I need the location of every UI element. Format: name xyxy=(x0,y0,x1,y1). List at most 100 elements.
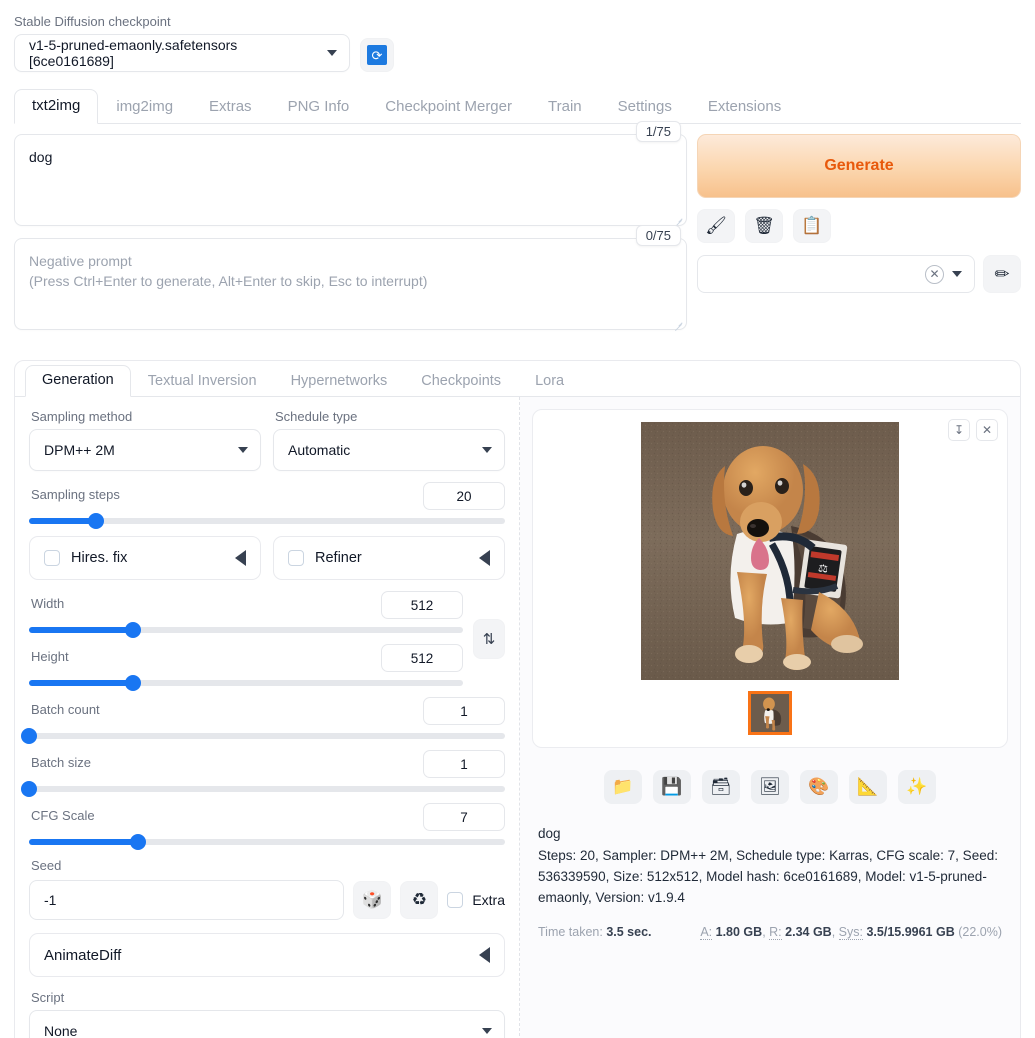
tab-generation[interactable]: Generation xyxy=(25,365,131,397)
reuse-seed-button[interactable]: ♻ xyxy=(400,881,439,919)
swap-dimensions-button[interactable]: ⇅ xyxy=(473,618,505,659)
mem-a-value: 1.80 GB xyxy=(715,924,763,939)
tab-lora[interactable]: Lora xyxy=(518,366,581,397)
width-value[interactable]: 512 xyxy=(381,591,463,619)
edit-styles-button[interactable]: ✏ xyxy=(983,255,1021,293)
chevron-down-icon xyxy=(482,1028,492,1034)
prompt-input[interactable] xyxy=(14,134,687,226)
sampling-steps-label: Sampling steps xyxy=(31,486,120,502)
script-label: Script xyxy=(31,990,65,1005)
hires-fix-accordion[interactable]: Hires. fix xyxy=(29,536,261,580)
result-image-wrapper[interactable]: ⚖ xyxy=(545,422,995,680)
clipboard-icon: 📋 xyxy=(801,216,823,235)
chevron-down-icon xyxy=(327,50,337,56)
thumbnail-image xyxy=(751,694,789,732)
send-to-img2img-button[interactable]: 🖼 xyxy=(751,770,789,804)
cfg-scale-field: CFG Scale 7 xyxy=(29,803,505,850)
generate-button[interactable]: Generate xyxy=(697,134,1021,198)
clear-prompt-button[interactable]: 🗑 xyxy=(745,209,783,243)
show-extra-networks-button[interactable]: 📋 xyxy=(793,209,831,243)
batch-size-label: Batch size xyxy=(31,754,91,770)
height-slider[interactable] xyxy=(29,675,463,691)
tab-extras[interactable]: Extras xyxy=(191,90,270,124)
refiner-accordion[interactable]: Refiner xyxy=(273,536,505,580)
height-head: Height 512 xyxy=(29,644,463,672)
negative-prompt-input[interactable] xyxy=(14,238,687,330)
open-folder-button[interactable]: 📁 xyxy=(604,770,642,804)
save-zip-button[interactable]: 🗃 xyxy=(702,770,740,804)
info-parameters: Steps: 20, Sampler: DPM++ 2M, Schedule t… xyxy=(538,847,998,905)
hires-fix-label: Hires. fix xyxy=(71,550,128,566)
download-icon: ↧ xyxy=(953,423,965,437)
cfg-scale-slider[interactable] xyxy=(29,834,505,850)
batch-size-slider[interactable] xyxy=(21,781,505,797)
cfg-scale-value[interactable]: 7 xyxy=(423,803,505,831)
extra-seed-checkbox[interactable] xyxy=(447,892,464,908)
slider-thumb[interactable] xyxy=(87,513,104,529)
batch-count-slider[interactable] xyxy=(21,728,505,744)
extra-seed-label: Extra xyxy=(472,892,505,908)
seed-field: Seed -1 🎲 ♻ Extra xyxy=(29,858,505,920)
sampling-steps-value[interactable]: 20 xyxy=(423,482,505,510)
stats-row: Time taken: 3.5 sec. A: 1.80 GB, R: 2.34… xyxy=(538,924,1002,940)
recycle-icon: ♻ xyxy=(411,890,427,909)
save-button[interactable]: 💾 xyxy=(653,770,691,804)
generation-panel: Generation Textual Inversion Hypernetwor… xyxy=(14,360,1021,1038)
close-image-button[interactable]: ✕ xyxy=(976,419,998,441)
sampling-steps-slider[interactable] xyxy=(29,513,505,529)
sep-1: , xyxy=(762,924,766,939)
save-icon: 💾 xyxy=(661,777,683,796)
height-value[interactable]: 512 xyxy=(381,644,463,672)
thumbnail-item[interactable] xyxy=(748,691,792,735)
tab-textual-inversion[interactable]: Textual Inversion xyxy=(131,366,274,397)
mem-sys-percent: (22.0%) xyxy=(958,924,1002,939)
save-zip-icon: 🗃 xyxy=(710,777,732,796)
download-image-button[interactable]: ↧ xyxy=(948,419,970,441)
slider-thumb[interactable] xyxy=(130,834,147,850)
tab-checkpoints[interactable]: Checkpoints xyxy=(404,366,518,397)
sampling-method-select[interactable]: DPM++ 2M xyxy=(29,429,261,471)
chevron-down-icon xyxy=(482,447,492,453)
refiner-checkbox[interactable] xyxy=(288,550,304,566)
slider-fill xyxy=(29,680,134,686)
send-to-extras-button[interactable]: 📐 xyxy=(849,770,887,804)
seed-row: -1 🎲 ♻ Extra xyxy=(29,880,505,920)
seed-input[interactable]: -1 xyxy=(29,880,345,920)
script-select[interactable]: None xyxy=(29,1010,505,1038)
chevron-left-icon xyxy=(479,550,490,566)
slider-thumb[interactable] xyxy=(125,675,142,691)
tab-png-info[interactable]: PNG Info xyxy=(270,90,368,124)
slider-fill xyxy=(29,839,139,845)
checkpoint-select[interactable]: v1-5-pruned-emaonly.safetensors [6ce0161… xyxy=(14,34,350,72)
send-to-img2img-icon: 🖼 xyxy=(759,777,781,796)
width-slider[interactable] xyxy=(29,622,463,638)
slider-thumb[interactable] xyxy=(125,622,142,638)
styles-dropdown[interactable]: ✕ xyxy=(697,255,975,293)
tab-hypernetworks[interactable]: Hypernetworks xyxy=(274,366,405,397)
tab-img2img[interactable]: img2img xyxy=(98,90,191,124)
upscale-button[interactable]: ✨ xyxy=(898,770,936,804)
tab-train[interactable]: Train xyxy=(530,90,600,124)
close-icon[interactable]: ✕ xyxy=(925,264,944,284)
tab-settings[interactable]: Settings xyxy=(600,90,690,124)
tab-txt2img[interactable]: txt2img xyxy=(14,89,99,124)
schedule-type-select[interactable]: Automatic xyxy=(273,429,505,471)
generated-image-dog[interactable]: ⚖ xyxy=(641,422,899,680)
close-icon: ✕ xyxy=(981,423,993,437)
slider-thumb[interactable] xyxy=(21,781,37,797)
tab-extensions[interactable]: Extensions xyxy=(690,90,799,124)
hires-fix-checkbox[interactable] xyxy=(44,550,60,566)
chevron-left-icon xyxy=(235,550,246,566)
apply-style-button[interactable]: 🖌 xyxy=(697,209,735,243)
batch-count-value[interactable]: 1 xyxy=(423,697,505,725)
batch-size-value[interactable]: 1 xyxy=(423,750,505,778)
refresh-checkpoints-button[interactable]: ⟳ xyxy=(360,38,394,72)
random-seed-button[interactable]: 🎲 xyxy=(353,881,392,919)
main-tab-bar: txt2img img2img Extras PNG Info Checkpoi… xyxy=(14,88,1021,124)
slider-thumb[interactable] xyxy=(21,728,37,744)
animatediff-accordion[interactable]: AnimateDiff xyxy=(29,933,505,977)
schedule-type-label: Schedule type xyxy=(275,409,358,424)
prompt-column: 1/75 0/75 xyxy=(14,121,687,342)
send-to-inpaint-button[interactable]: 🎨 xyxy=(800,770,838,804)
tab-checkpoint-merger[interactable]: Checkpoint Merger xyxy=(367,90,530,124)
